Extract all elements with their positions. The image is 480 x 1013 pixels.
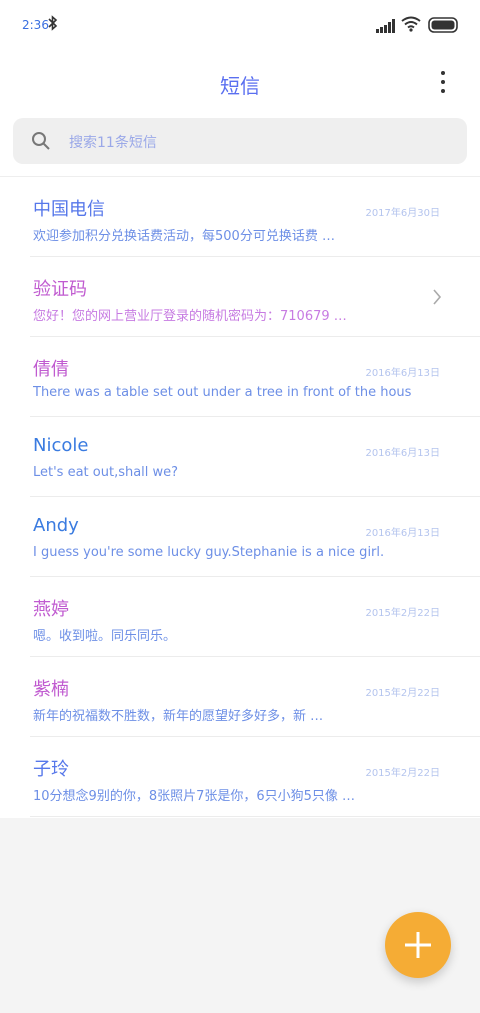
conversation-sender: 子玲 xyxy=(33,759,69,780)
conversation-sender: 中国电信 xyxy=(33,199,105,220)
conversation-item[interactable]: Nicole Let's eat out,shall we? 2016年6月13… xyxy=(30,417,480,497)
conversation-item[interactable]: Andy I guess you're some lucky guy.Steph… xyxy=(30,497,480,577)
new-message-button[interactable] xyxy=(385,912,451,978)
conversation-snippet: 新年的祝福数不胜数，新年的愿望好多好多，新 … xyxy=(33,709,324,724)
conversation-sender: Andy xyxy=(33,515,79,536)
search-icon xyxy=(31,131,51,155)
search-area: 搜索11条短信 xyxy=(0,116,480,176)
conversation-snippet: 嗯。收到啦。同乐同乐。 xyxy=(33,629,177,644)
conversation-date: 2015年2月22日 xyxy=(365,768,440,779)
conversation-date: 2016年6月13日 xyxy=(365,528,440,539)
conversation-snippet: I guess you're some lucky guy.Stephanie … xyxy=(33,545,385,560)
conversation-item[interactable]: 紫楠 新年的祝福数不胜数，新年的愿望好多好多，新 … 2015年2月22日 xyxy=(30,657,480,737)
search-input[interactable]: 搜索11条短信 xyxy=(13,118,467,164)
conversation-date: 2016年6月13日 xyxy=(365,448,440,459)
conversation-date: 2016年6月13日 xyxy=(365,368,440,379)
cellular-signal-icon xyxy=(376,18,396,37)
battery-icon xyxy=(428,17,460,37)
conversation-snippet: There was a table set out under a tree i… xyxy=(33,385,412,400)
conversation-snippet: Let's eat out,shall we? xyxy=(33,465,179,480)
more-options-icon[interactable] xyxy=(440,71,446,97)
conversation-sender: 燕婷 xyxy=(33,599,69,620)
conversation-sender: 倩倩 xyxy=(33,359,69,380)
conversation-list: 中国电信 欢迎参加积分兑换话费活动，每500分可兑换话费 … 2017年6月30… xyxy=(0,176,480,818)
conversation-date: 2015年2月22日 xyxy=(365,608,440,619)
conversation-sender: 紫楠 xyxy=(33,679,69,700)
status-time: 2:36 xyxy=(22,18,49,32)
search-placeholder: 搜索11条短信 xyxy=(69,135,157,151)
wifi-icon xyxy=(401,16,421,36)
plus-icon xyxy=(405,932,431,958)
conversation-item[interactable]: 燕婷 嗯。收到啦。同乐同乐。 2015年2月22日 xyxy=(30,577,480,657)
status-bar: 2:36 xyxy=(0,0,480,52)
conversation-snippet: 10分想念9别的你，8张照片7张是你，6只小狗5只像 … xyxy=(33,789,356,804)
chevron-right-icon[interactable] xyxy=(432,289,442,309)
conversation-date: 2015年2月22日 xyxy=(365,688,440,699)
conversation-date: 2017年6月30日 xyxy=(365,208,440,219)
conversation-item[interactable]: 验证码 您好！您的网上营业厅登录的随机密码为：710679 … xyxy=(30,257,480,337)
conversation-item[interactable]: 子玲 10分想念9别的你，8张照片7张是你，6只小狗5只像 … 2015年2月2… xyxy=(30,737,480,817)
conversation-item[interactable]: 中国电信 欢迎参加积分兑换话费活动，每500分可兑换话费 … 2017年6月30… xyxy=(30,177,480,257)
app-header: 短信 xyxy=(0,52,480,116)
page-title: 短信 xyxy=(220,74,260,98)
conversation-item[interactable]: 倩倩 There was a table set out under a tre… xyxy=(30,337,480,417)
conversation-sender: 验证码 xyxy=(33,279,87,300)
conversation-sender: Nicole xyxy=(33,435,89,456)
conversation-snippet: 欢迎参加积分兑换话费活动，每500分可兑换话费 … xyxy=(33,229,335,244)
conversation-snippet: 您好！您的网上营业厅登录的随机密码为：710679 … xyxy=(33,309,347,324)
bluetooth-icon xyxy=(48,15,58,35)
